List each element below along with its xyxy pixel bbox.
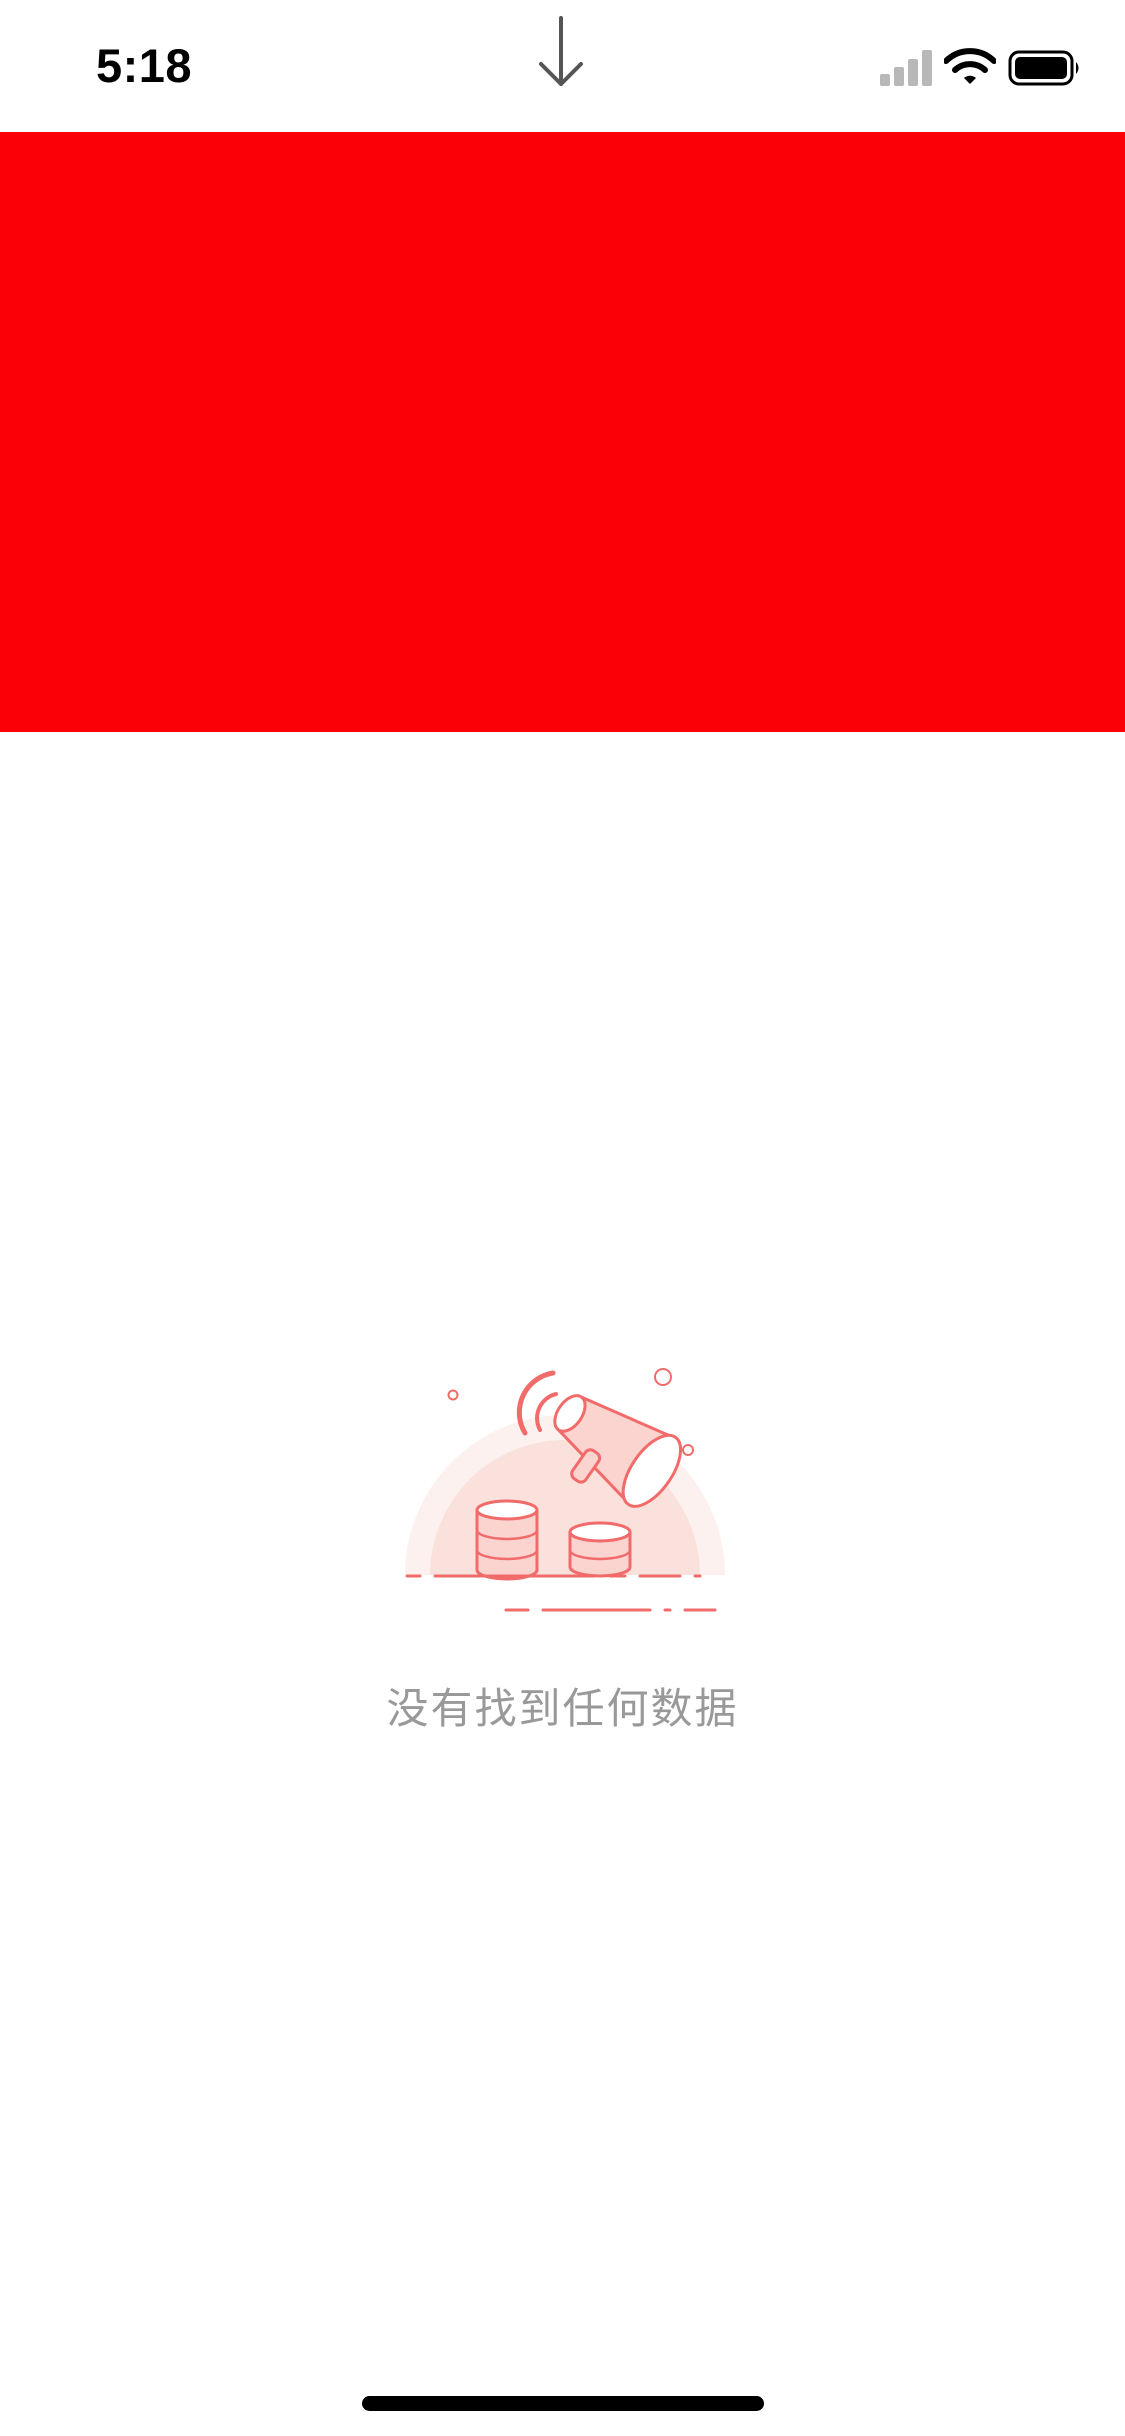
battery-icon bbox=[1008, 50, 1079, 86]
status-bar: 5:18 bbox=[0, 0, 1125, 132]
banner bbox=[0, 132, 1125, 732]
screen: 5:18 没有找到任何数据 bbox=[0, 0, 1125, 2436]
empty-message: 没有找到任何数据 bbox=[386, 1684, 739, 1733]
arrow-down-icon bbox=[539, 16, 583, 86]
wifi-icon bbox=[944, 48, 996, 84]
megaphone-coins-empty-icon bbox=[405, 1368, 725, 1612]
cellular-signal-icon bbox=[880, 50, 932, 86]
status-time: 5:18 bbox=[96, 39, 193, 92]
home-indicator[interactable] bbox=[362, 2396, 764, 2411]
empty-state: 没有找到任何数据 bbox=[0, 1350, 1125, 1750]
